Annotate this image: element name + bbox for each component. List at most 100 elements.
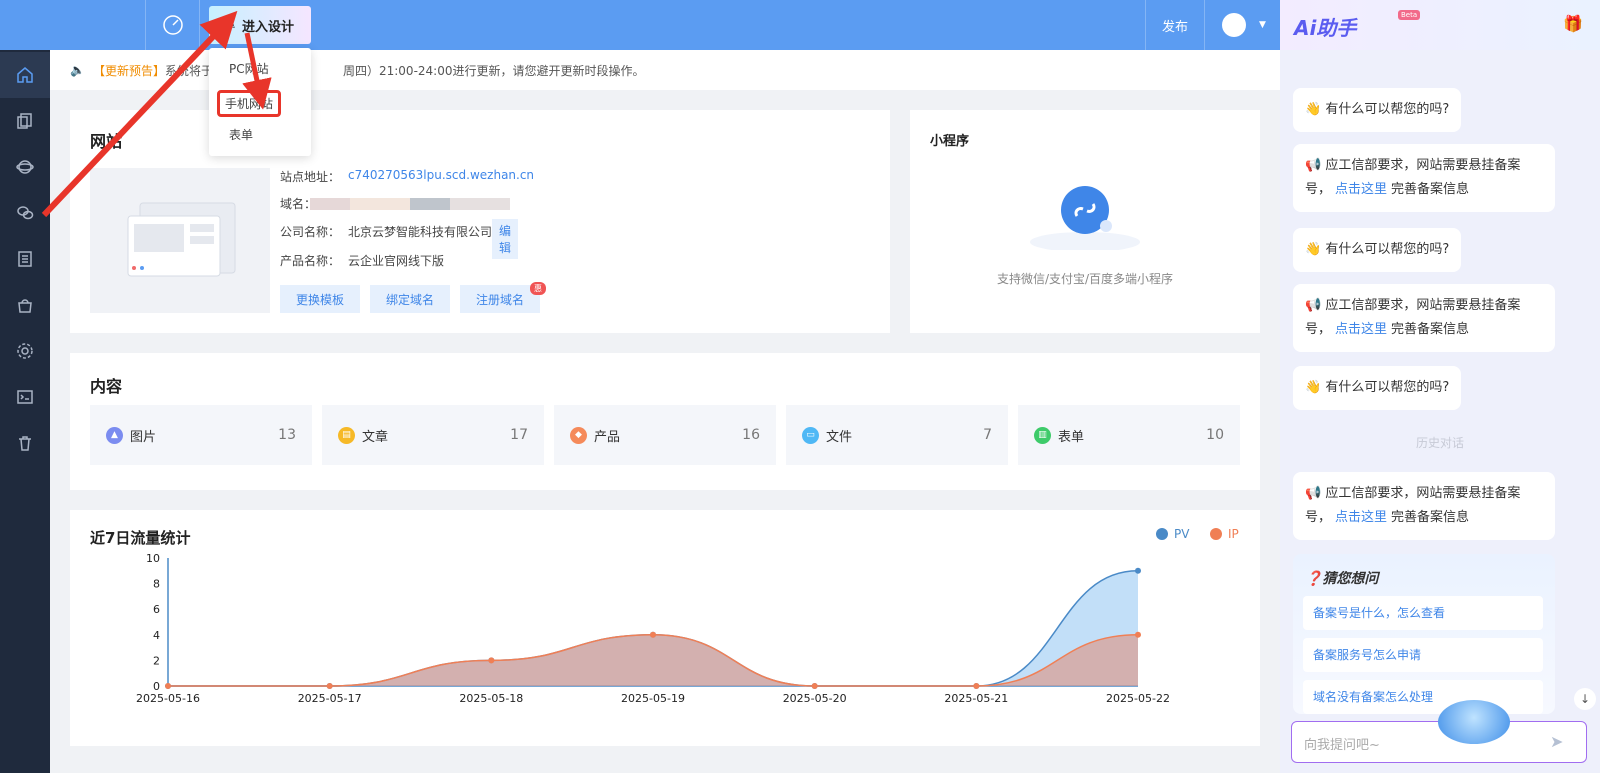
- chevron-down-icon[interactable]: ▼: [1259, 20, 1266, 30]
- publish-button[interactable]: 发布: [1145, 0, 1205, 50]
- stat-label: 图片: [130, 429, 157, 445]
- megaphone-icon: 📢: [1305, 298, 1322, 313]
- stat-label: 文件: [826, 429, 853, 445]
- design-icon: ✎: [225, 18, 237, 32]
- ai-message: 👋 有什么可以帮您的吗?: [1293, 228, 1462, 272]
- guess-item[interactable]: 备案服务号怎么申请: [1303, 638, 1543, 672]
- ai-message: 👋 有什么可以帮您的吗?: [1293, 88, 1462, 132]
- y-tick-label: 4: [153, 629, 160, 642]
- ai-message: 📢 应工信部要求，网站需要悬挂备案号， 点击这里 完善备案信息: [1293, 144, 1555, 212]
- series-area-ip: [168, 634, 1138, 686]
- x-tick-label: 2025-05-17: [298, 692, 362, 705]
- image-icon: ▲: [106, 426, 123, 444]
- register-badge: 惠: [530, 282, 546, 295]
- product-label: 产品名称：: [280, 254, 341, 268]
- x-tick-label: 2025-05-21: [944, 692, 1008, 705]
- stat-articles[interactable]: ▤ 文章 17: [322, 405, 544, 465]
- stat-count: 13: [278, 427, 296, 443]
- dashboard-speed-icon[interactable]: [145, 0, 200, 50]
- icp-link[interactable]: 点击这里: [1335, 322, 1387, 337]
- icp-link[interactable]: 点击这里: [1335, 182, 1387, 197]
- data-point-ip: [973, 683, 980, 689]
- data-point-pv: [1135, 567, 1141, 574]
- ai-message-text: 完善备案信息: [1391, 510, 1470, 525]
- globe-icon[interactable]: [0, 144, 50, 190]
- article-icon: ▤: [338, 426, 355, 444]
- miniprogram-desc: 支持微信/支付宝/百度多端小程序: [996, 272, 1174, 286]
- terminal-icon[interactable]: [0, 374, 50, 420]
- content-title: 内容: [90, 377, 123, 396]
- folder-icon: ▭: [802, 426, 819, 444]
- wechat-icon[interactable]: [0, 190, 50, 236]
- dropdown-mobile-site[interactable]: 手机网站: [217, 90, 282, 117]
- miniprogram-card: 小程序 支持微信/支付宝/百度多端小程序: [910, 110, 1260, 333]
- wave-icon: 👋: [1305, 380, 1322, 395]
- stat-label: 文章: [362, 429, 389, 445]
- megaphone-icon: 📢: [1305, 486, 1322, 501]
- question-icon: ❓: [1305, 571, 1323, 587]
- site-thumbnail[interactable]: [90, 168, 270, 313]
- dropdown-form[interactable]: 表单: [229, 126, 253, 143]
- wave-icon: 👋: [1305, 102, 1322, 117]
- list-icon[interactable]: [0, 236, 50, 282]
- ai-message-text: 有什么可以帮您的吗?: [1325, 380, 1450, 395]
- megaphone-icon: 📢: [1305, 158, 1322, 173]
- notice-text-right: 周四）21:00-24:00进行更新，请您避开更新时段操作。: [342, 63, 645, 78]
- site-address-link[interactable]: c740270563lpu.scd.wezhan.cn: [348, 168, 534, 182]
- x-tick-label: 2025-05-19: [621, 692, 685, 705]
- settings-gear-icon[interactable]: [0, 328, 50, 374]
- shop-bag-icon[interactable]: [0, 282, 50, 328]
- product-row: 产品名称： 云企业官网线下版: [280, 252, 444, 269]
- notice-text-left: 系统将于: [164, 63, 213, 78]
- avatar[interactable]: [1222, 13, 1246, 37]
- ai-assistant-panel: Ai助手 Beta 🎁 👋 有什么可以帮您的吗? 📢 应工信部要求，网站需要悬挂…: [1280, 0, 1600, 773]
- register-domain-button[interactable]: 注册域名: [460, 285, 540, 313]
- send-icon[interactable]: ➤: [1550, 732, 1563, 751]
- y-tick-label: 8: [153, 578, 160, 591]
- wave-icon: 👋: [1305, 242, 1322, 257]
- form-icon: ▥: [1034, 426, 1051, 444]
- ai-title: Ai助手: [1294, 16, 1357, 40]
- bind-domain-button[interactable]: 绑定域名: [370, 285, 450, 313]
- domain-value-redacted: [310, 198, 510, 210]
- ai-input-placeholder: 向我提问吧~: [1304, 738, 1380, 753]
- site-address-row: 站点地址： c740270563lpu.scd.wezhan.cn: [280, 168, 534, 185]
- stat-forms[interactable]: ▥ 表单 10: [1018, 405, 1240, 465]
- pages-icon[interactable]: [0, 98, 50, 144]
- icp-link[interactable]: 点击这里: [1335, 510, 1387, 525]
- company-value: 北京云梦智能科技有限公司: [348, 225, 493, 239]
- notice-tag: 【更新预告】: [92, 63, 165, 78]
- ai-question-input[interactable]: 向我提问吧~ ➤: [1291, 700, 1587, 763]
- speaker-icon: 🔈: [70, 63, 85, 77]
- change-template-button[interactable]: 更换模板: [280, 285, 360, 313]
- guess-item[interactable]: 备案号是什么，怎么查看: [1303, 596, 1543, 630]
- ai-bot-avatar: [1438, 700, 1510, 744]
- left-sidebar: [0, 0, 50, 773]
- beta-badge: Beta: [1398, 10, 1421, 20]
- company-row: 公司名称： 北京云梦智能科技有限公司 编辑: [280, 219, 519, 259]
- stat-images[interactable]: ▲ 图片 13: [90, 405, 312, 465]
- dropdown-pc-site[interactable]: PC网站: [229, 60, 269, 77]
- design-dropdown: PC网站 手机网站 表单: [209, 48, 311, 156]
- traffic-chart: 02468102025-05-16 2025-05-17 2025-05-18 202…: [136, 552, 1170, 705]
- product-icon: ◆: [570, 426, 587, 444]
- edit-company-button[interactable]: 编辑: [492, 219, 519, 259]
- stat-products[interactable]: ◆ 产品 16: [554, 405, 776, 465]
- site-address-label: 站点地址：: [280, 170, 341, 184]
- guess-title: ❓猜您想问: [1305, 571, 1379, 587]
- scroll-down-icon[interactable]: ↓: [1574, 688, 1596, 710]
- x-tick-label: 2025-05-22: [1106, 692, 1170, 705]
- gift-icon[interactable]: 🎁: [1563, 14, 1583, 33]
- stat-label: 表单: [1058, 429, 1085, 445]
- stat-files[interactable]: ▭ 文件 7: [786, 405, 1008, 465]
- data-point-ip: [811, 683, 818, 689]
- company-label: 公司名称：: [280, 225, 341, 239]
- ai-message: 📢 应工信部要求，网站需要悬挂备案号， 点击这里 完善备案信息: [1293, 284, 1555, 352]
- website-title: 网站: [90, 132, 123, 151]
- enter-design-button[interactable]: ✎ 进入设计: [209, 6, 311, 44]
- trash-icon[interactable]: [0, 420, 50, 466]
- ai-message-text: 有什么可以帮您的吗?: [1325, 242, 1450, 257]
- miniprogram-title: 小程序: [930, 134, 970, 149]
- guess-item[interactable]: 域名没有备案怎么处理: [1303, 680, 1543, 714]
- home-icon[interactable]: [0, 52, 50, 98]
